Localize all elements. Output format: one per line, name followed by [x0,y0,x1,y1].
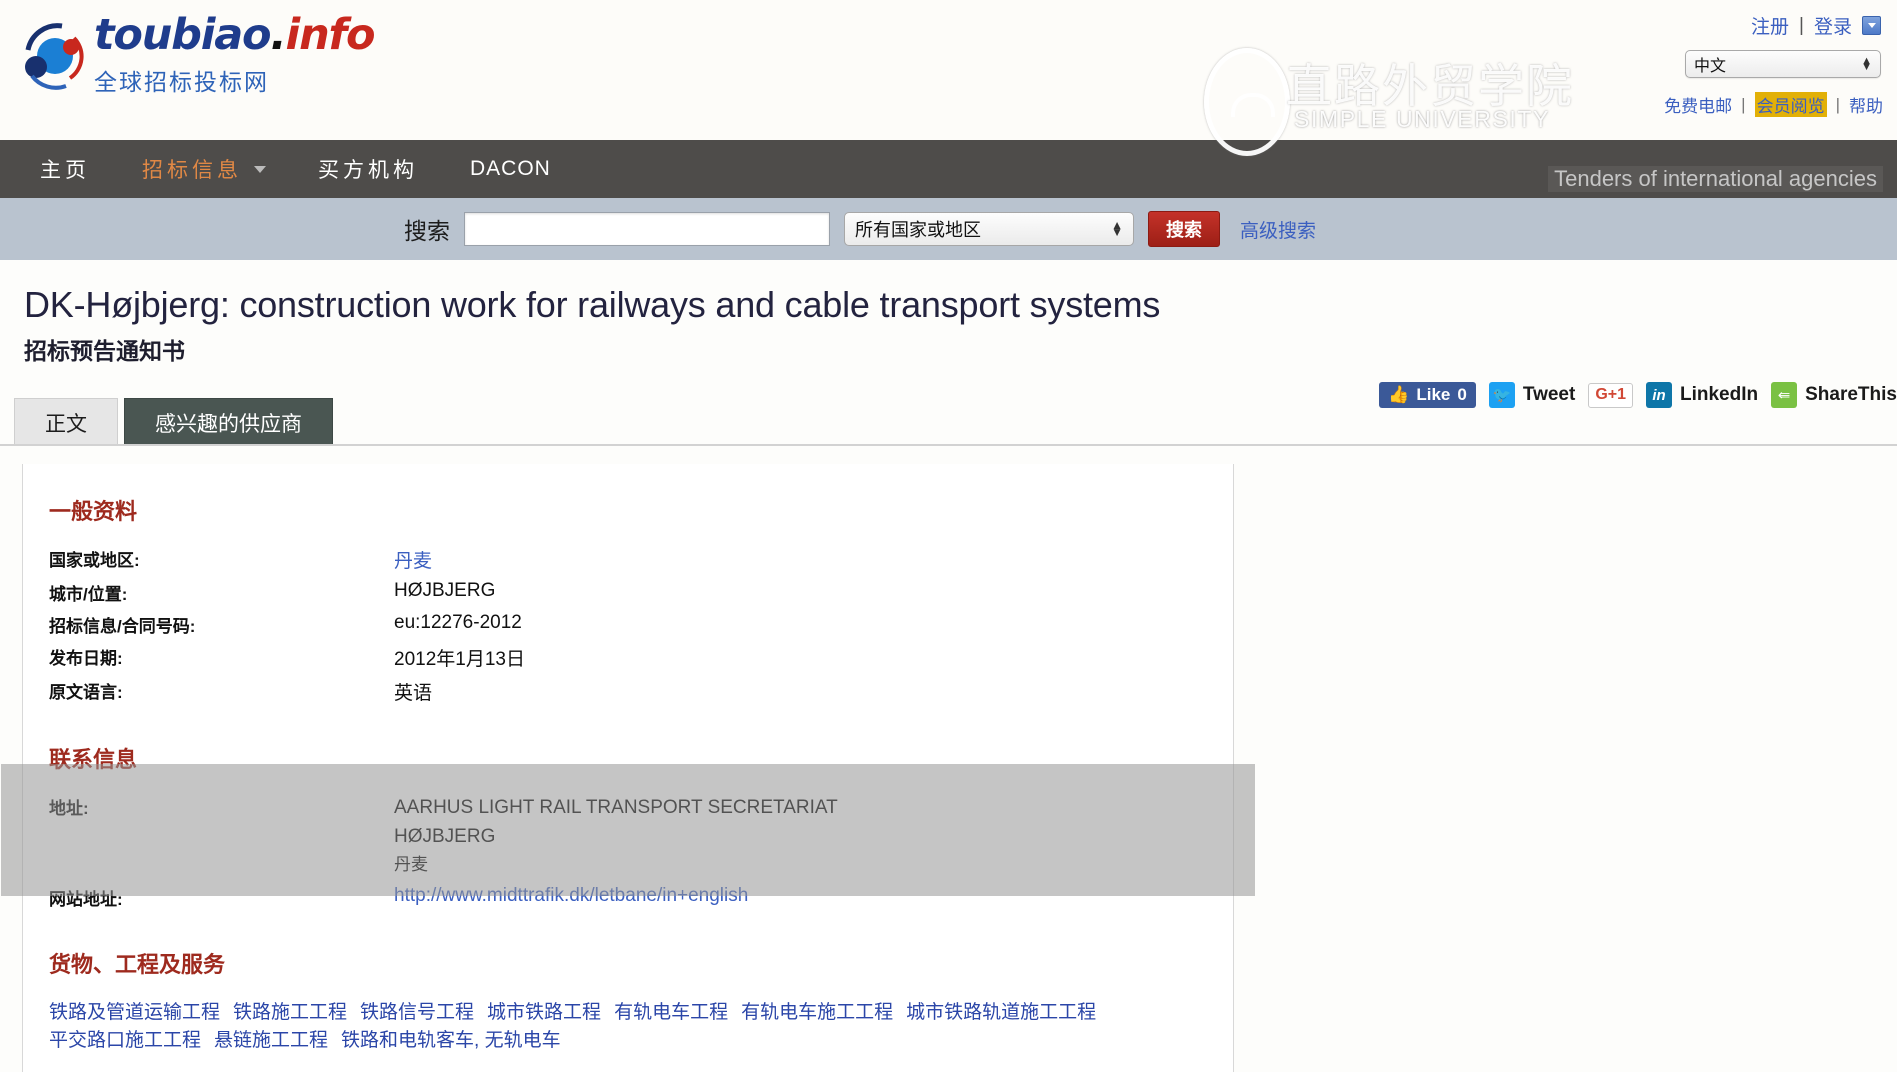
field-city: 城市/位置: HØJBJERG [49,580,1233,605]
member-browse-link[interactable]: 会员阅览 [1754,92,1827,117]
category-link[interactable]: 有轨电车施工工程 [741,1002,893,1023]
title-zone: DK-Højbjerg: construction work for railw… [0,260,1897,366]
tabs-underline [0,444,1897,447]
chevron-down-icon[interactable] [1862,16,1881,35]
search-label: 搜索 [404,218,450,244]
category-link[interactable]: 有轨电车工程 [614,1002,728,1023]
field-source-language-value: 英语 [394,683,433,705]
tab-interested-suppliers[interactable]: 感兴趣的供应商 [124,398,333,447]
address-line-2: HØJBJERG [394,826,496,848]
general-info-heading: 一般资料 [49,499,138,525]
category-link[interactable]: 铁路信号工程 [360,1002,474,1023]
field-source-language: 原文语言: 英语 [49,678,1233,705]
tab-interested-suppliers-label: 感兴趣的供应商 [155,412,302,436]
stepper-arrows-icon: ▲ ▼ [1861,54,1872,73]
search-bar: 搜索 所有国家或地区 ▲ ▼ 搜索 高级搜索 [0,198,1897,260]
tab-body-text-label: 正文 [45,412,87,436]
category-link[interactable]: 城市铁路轨道施工工程 [906,1002,1096,1023]
tab-body-text[interactable]: 正文 [14,398,118,447]
nav-item-home-label: 主页 [40,159,90,182]
nav-item-buyers-label: 买方机构 [318,159,418,182]
logo-word-main: toubiao [94,10,272,60]
field-tender-number: 招标信息/合同号码: eu:12276-2012 [49,612,1233,637]
nav-item-home[interactable]: 主页 [40,154,90,184]
category-link[interactable]: 悬链施工工程 [214,1030,328,1051]
site-logo[interactable]: toubiao.info 全球招标投标网 [22,14,376,97]
field-website-value[interactable]: http://www.midttrafik.dk/letbane/in+engl… [394,885,748,910]
field-publish-date-key: 发布日期: [49,649,123,669]
main-navigation: 主页 招标信息 买方机构 DACON Tenders of internatio… [0,140,1897,198]
field-publish-date: 发布日期: 2012年1月13日 [49,644,1233,671]
field-publish-date-value: 2012年1月13日 [394,649,525,671]
logo-word-tld: info [285,10,376,60]
logo-mark-icon [22,20,84,92]
goods-services-heading: 货物、工程及服务 [49,951,226,977]
field-country-key: 国家或地区: [49,551,140,571]
category-link[interactable]: 铁路和电轨客车, 无轨电车 [341,1030,561,1051]
stepper-arrows-icon: ▲ ▼ [1111,218,1123,239]
field-address-key: 地址: [49,799,89,819]
help-link[interactable]: 帮助 [1849,92,1883,117]
address-line-1: AARHUS LIGHT RAIL TRANSPORT SECRETARIAT [394,797,838,819]
language-select-value: 中文 [1694,58,1727,75]
country-select[interactable]: 所有国家或地区 ▲ ▼ [844,212,1134,246]
nav-item-buyers[interactable]: 买方机构 [318,154,418,184]
nav-tagline: Tenders of international agencies [1548,166,1883,192]
page-subtitle: 招标预告通知书 [24,338,185,365]
auth-links: 注册 | 登录 [1751,12,1881,39]
logo-subtitle: 全球招标投标网 [94,69,269,95]
utility-separator-1: | [1741,94,1746,114]
advanced-search-link[interactable]: 高级搜索 [1240,216,1316,243]
chevron-down-icon [254,165,266,173]
detail-panel: 一般资料 国家或地区: 丹麦 城市/位置: HØJBJERG 招标信息/合同号码… [1,464,1255,1072]
auth-separator: | [1799,14,1804,36]
nav-item-dacon[interactable]: DACON [470,157,551,181]
country-select-value: 所有国家或地区 [855,220,981,240]
logo-wordmark: toubiao.info [94,14,376,57]
category-link[interactable]: 铁路及管道运输工程 [49,1002,220,1023]
field-address: 地址: AARHUS LIGHT RAIL TRANSPORT SECRETAR… [49,794,1233,878]
login-link[interactable]: 登录 [1814,12,1852,39]
language-select[interactable]: 中文 ▲ ▼ [1685,50,1881,78]
field-country-value[interactable]: 丹麦 [394,546,432,573]
category-link[interactable]: 铁路施工工程 [233,1002,347,1023]
field-country: 国家或地区: 丹麦 [49,546,1233,573]
utility-links: 免费电邮 | 会员阅览 | 帮助 [1664,92,1883,117]
goods-category-links: 铁路及管道运输工程 铁路施工工程 铁路信号工程 城市铁路工程 有轨电车工程 有轨电车施工工… [49,999,1233,1054]
site-header: toubiao.info 全球招标投标网 注册 | 登录 中文 ▲ ▼ 免费电邮 … [0,0,1897,140]
search-input[interactable] [464,212,830,246]
field-source-language-key: 原文语言: [49,683,123,703]
logo-word-dot: . [270,10,286,60]
nav-item-dacon-label: DACON [470,157,551,180]
field-tender-number-value: eu:12276-2012 [394,612,522,634]
utility-separator-2: | [1835,94,1840,114]
contact-info-heading: 联系信息 [49,747,138,773]
search-button[interactable]: 搜索 [1148,211,1220,247]
nav-item-tender-info-label: 招标信息 [142,159,242,182]
field-website: 网站地址: http://www.midttrafik.dk/letbane/i… [49,885,1233,910]
address-line-3: 丹麦 [394,855,428,875]
field-city-value: HØJBJERG [394,580,496,602]
page-title: DK-Højbjerg: construction work for railw… [24,284,1161,325]
field-tender-number-key: 招标信息/合同号码: [49,617,196,637]
category-link[interactable]: 城市铁路工程 [487,1002,601,1023]
register-link[interactable]: 注册 [1751,12,1789,39]
page-root: toubiao.info 全球招标投标网 注册 | 登录 中文 ▲ ▼ 免费电邮 … [0,0,1897,1072]
field-city-key: 城市/位置: [49,585,128,605]
field-address-value: AARHUS LIGHT RAIL TRANSPORT SECRETARIAT … [394,794,838,878]
search-button-label: 搜索 [1166,220,1202,240]
field-website-key: 网站地址: [49,889,123,909]
nav-item-tender-info[interactable]: 招标信息 [142,154,266,184]
category-link[interactable]: 平交路口施工工程 [49,1030,201,1051]
content-tabs: 正文 感兴趣的供应商 [0,398,1897,447]
free-email-link[interactable]: 免费电邮 [1664,92,1732,117]
